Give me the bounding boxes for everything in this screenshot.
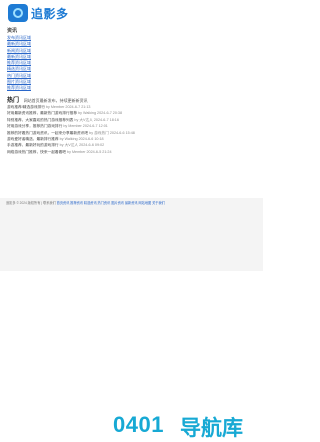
logo-icon (8, 4, 28, 22)
nav-panel: 资讯 发布资讯区域 最新资讯区域 新闻资讯区域 最新资讯区域 推荐资讯区域 精选… (7, 27, 256, 94)
item-meta: by Member 2024-6-7 12:01 (63, 124, 108, 129)
item-meta: by Walking 2024-6-7 20:38 (78, 111, 123, 116)
nav-title: 资讯 (7, 28, 18, 34)
item-title[interactable]: 游戏推荐/精选游戏排行 (7, 105, 45, 109)
footer-links[interactable]: 首页资讯 推荐资讯 精选资讯 热门资讯 图片资讯 最新资讯 网站地图 关于我们 (57, 201, 165, 205)
logo-text: 追影多 (31, 6, 69, 21)
section-subtitle: 网站首页最新发布，持续更新新资讯 (23, 98, 88, 103)
section-heading: 热门 网站首页最新发布，持续更新新资讯 (7, 95, 88, 104)
item-meta: by Member 2024-6-5 21:24 (67, 149, 112, 154)
item-meta: by 游戏热门 2024-6-6 15:48 (89, 130, 135, 135)
error-code: 0401 (113, 412, 164, 437)
item-meta: by 大V达人 2024-6-7 18:16 (74, 117, 119, 122)
footer: 追影多 © 2024 版权所有 | 联系我们 首页资讯 推荐资讯 精选资讯 热门… (0, 198, 263, 440)
footer-text: 追影多 © 2024 版权所有 | 联系我们 首页资讯 推荐资讯 精选资讯 热门… (6, 200, 258, 205)
error-text: 导航库 (180, 417, 243, 440)
item-meta: by 大V达人 2024-6-6 09:02 (59, 143, 105, 148)
item-title[interactable]: 手游推荐，最新好玩的游戏排行 (7, 143, 59, 147)
nav-link[interactable]: 推荐资讯区域 (7, 85, 256, 91)
footer-copyright: 追影多 © 2024 版权所有 | 联系我们 (6, 201, 56, 205)
item-title[interactable]: 推荐的好看热门游戏资讯，一起来分享最新资讯吧 (7, 131, 88, 135)
item-title[interactable]: 特别推荐，大家喜欢的热门游戏推荐列表 (7, 118, 73, 122)
article-list: 游戏推荐/精选游戏排行 by Member 2024-6-7 21:13 好用最… (7, 104, 256, 155)
header: 追影多 (0, 0, 263, 26)
item-meta: by Walking 2024-6-6 10:18 (59, 137, 104, 142)
item-title[interactable]: 好用游戏分享，推荐热门游戏排行 (7, 124, 62, 128)
item-meta: by Member 2024-6-7 21:13 (45, 105, 91, 109)
site-logo[interactable]: 追影多 (8, 4, 69, 22)
item-title[interactable]: 网络游戏热门推荐，快来一起看看吧 (7, 150, 66, 154)
item-title[interactable]: 游戏爱好者精选，最新排行推荐 (7, 137, 59, 141)
item-title[interactable]: 好用最新资讯推荐，最新热门游戏排行推荐 (7, 111, 77, 115)
list-item[interactable]: 网络游戏热门推荐，快来一起看看吧 by Member 2024-6-5 21:2… (7, 149, 256, 155)
nav-list: 发布资讯区域 最新资讯区域 新闻资讯区域 最新资讯区域 推荐资讯区域 精选资讯区… (7, 35, 256, 92)
